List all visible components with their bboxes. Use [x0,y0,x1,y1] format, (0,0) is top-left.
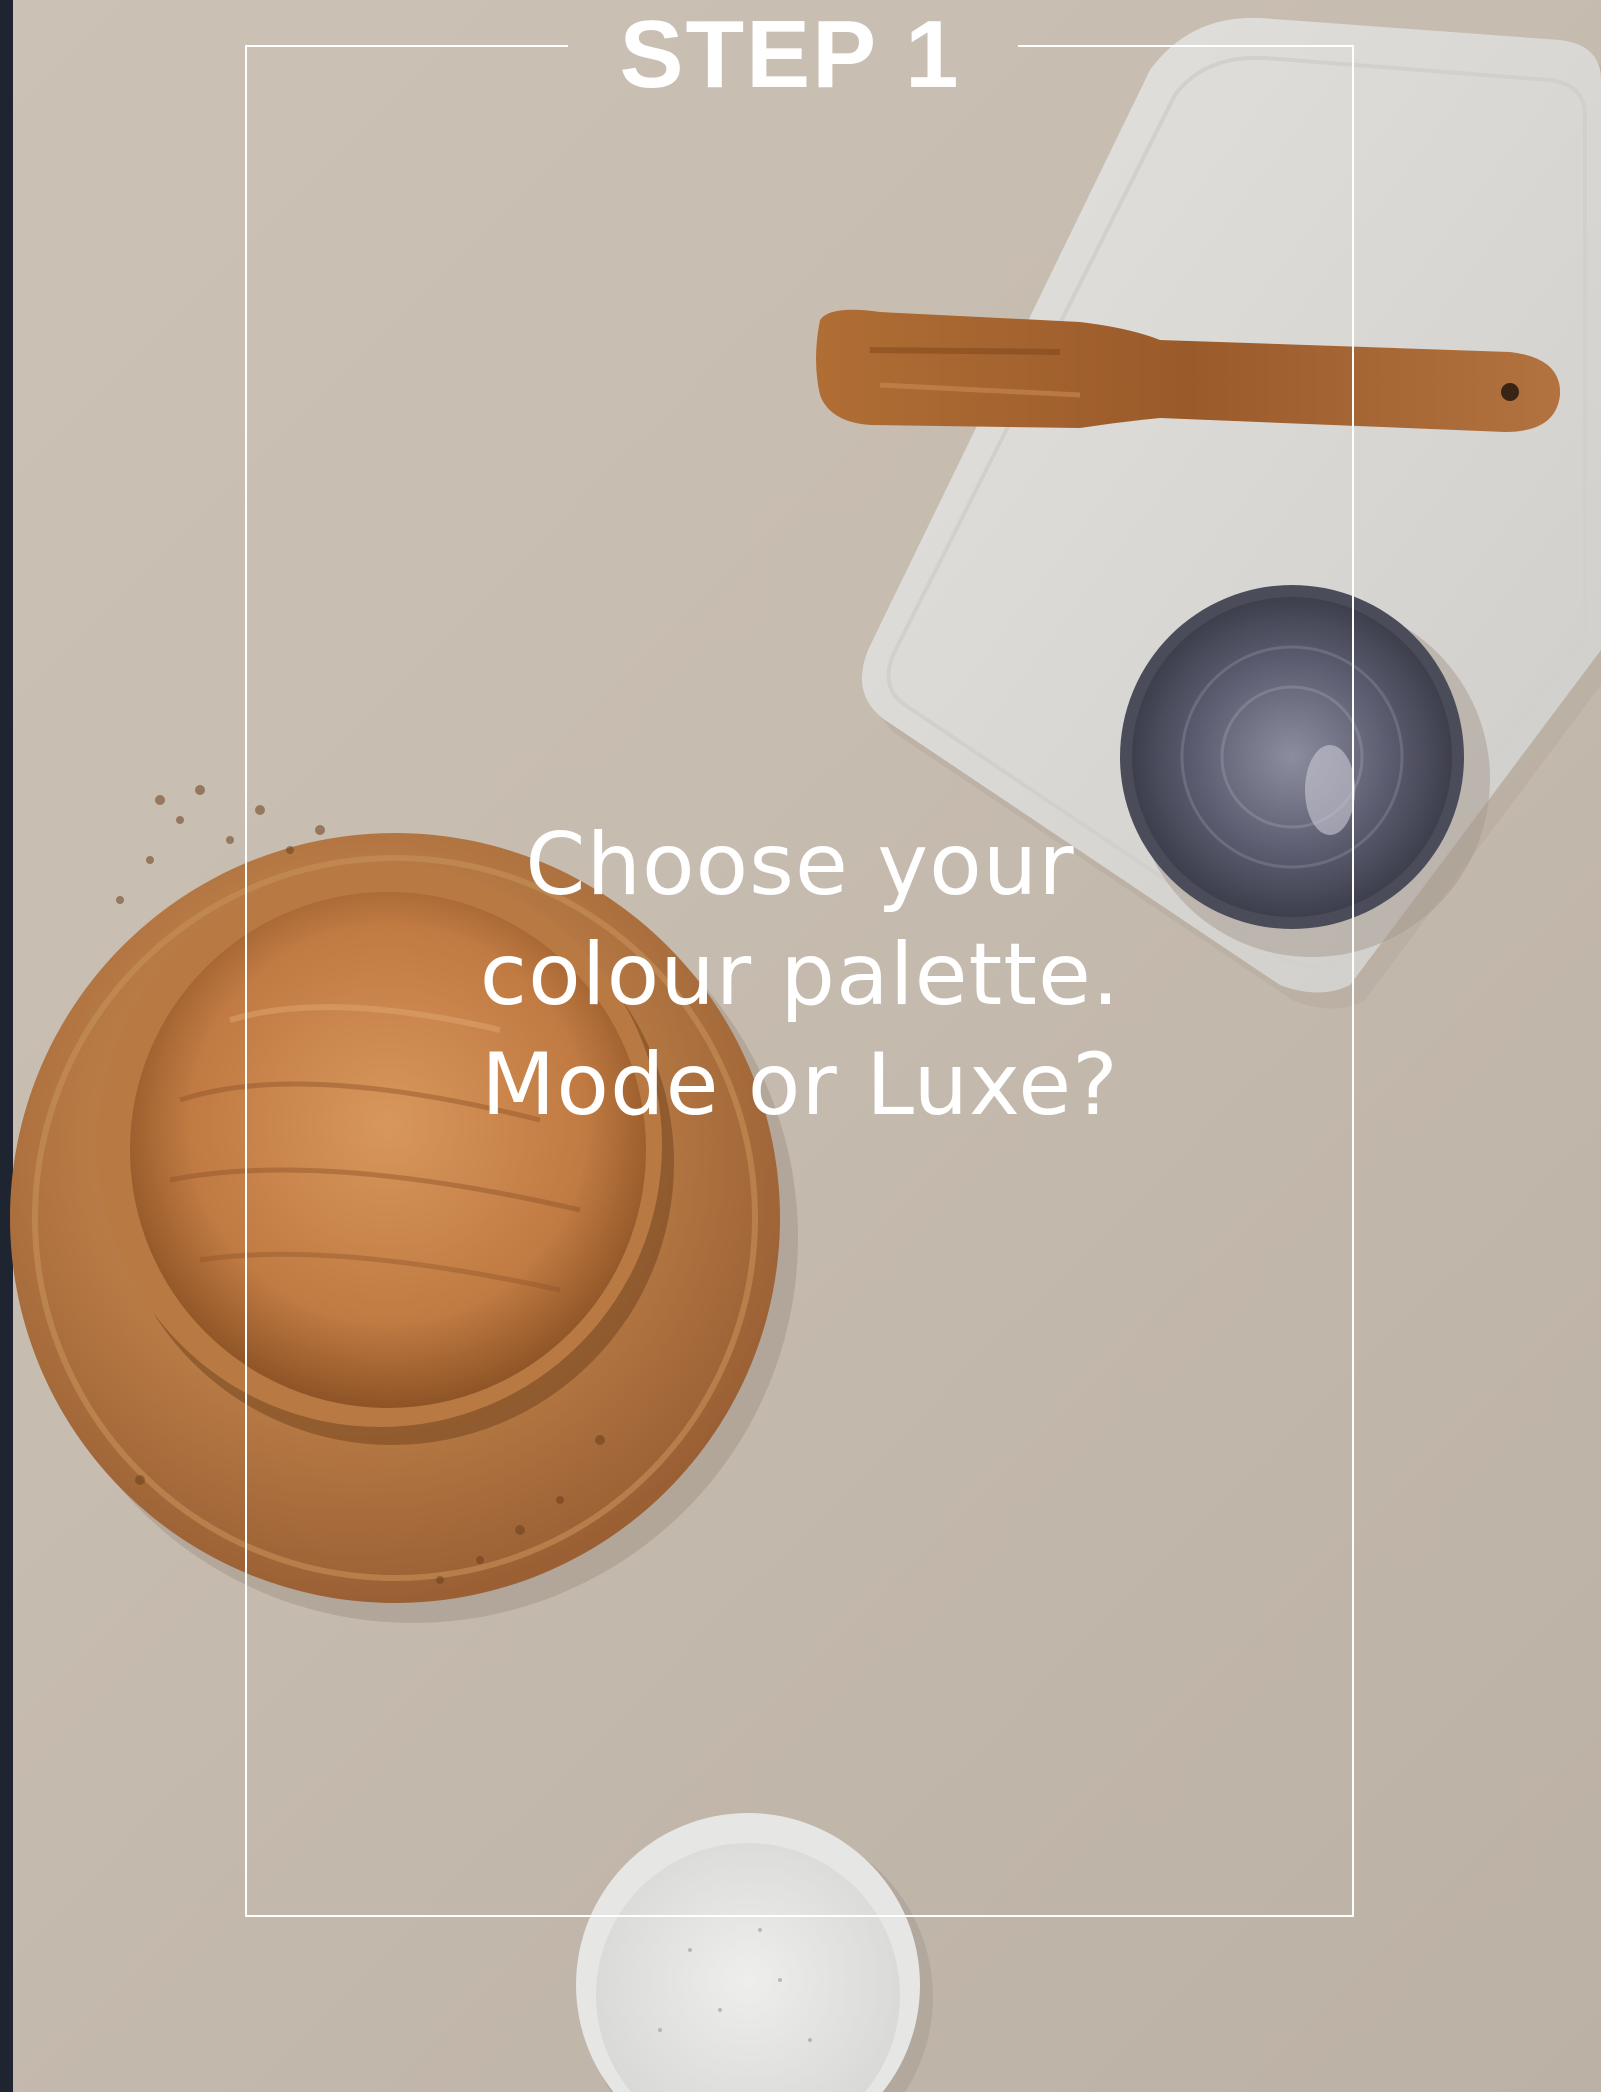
frame-line-bottom [245,1915,1354,1917]
headline-line-2: colour palette. [479,925,1121,1025]
headline-line-3: Mode or Luxe? [481,1035,1119,1135]
headline: Choose your colour palette. Mode or Luxe… [300,810,1300,1140]
step-title: STEP 1 [619,1,961,108]
frame-line-top-right [1018,45,1354,47]
frame-line-top-left [245,45,568,47]
page: STEP 1 Choose your colour palette. Mode … [0,0,1601,2092]
headline-line-1: Choose your [525,815,1075,915]
frame-line-left [245,45,247,1917]
frame-line-right [1352,45,1354,1917]
small-white-dish [576,1813,933,2092]
